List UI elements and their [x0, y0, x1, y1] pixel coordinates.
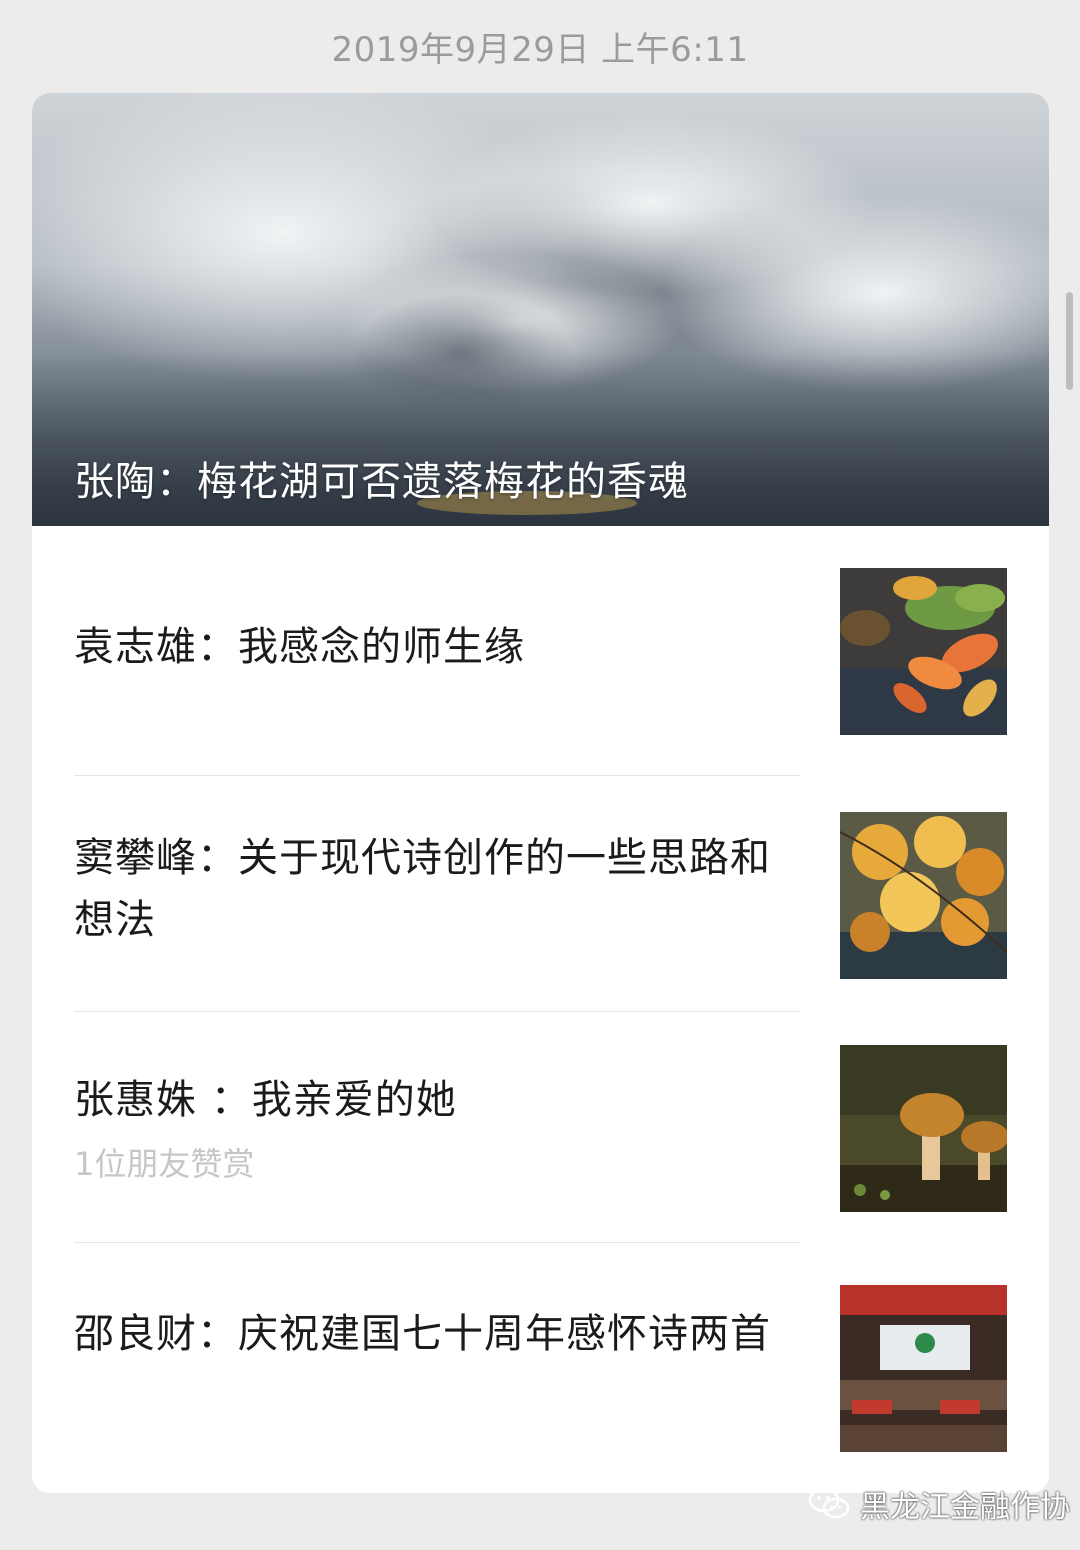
article-title[interactable]: 袁志雄：我感念的师生缘 [74, 616, 804, 678]
scrollbar[interactable] [1066, 292, 1073, 390]
article-card: 张陶：梅花湖可否遗落梅花的香魂 袁志雄：我感念的师生缘 窦攀峰：关于现代诗创作的… [32, 93, 1049, 1493]
article-item[interactable]: 窦攀峰：关于现代诗创作的一些思路和想法 [32, 776, 1049, 1012]
article-item[interactable]: 张惠姝 ：我亲爱的她 1位朋友赞赏 [32, 1012, 1049, 1243]
mushroom-thumbnail [840, 1045, 1007, 1212]
article-title[interactable]: 窦攀峰：关于现代诗创作的一些思路和想法 [74, 827, 804, 951]
hero-article[interactable]: 张陶：梅花湖可否遗落梅花的香魂 [32, 93, 1049, 526]
wechat-icon [808, 1487, 850, 1519]
watermark-text: 黑龙江金融作协 [860, 1490, 1070, 1525]
autumn-leaves-thumbnail [840, 568, 1007, 735]
maple-leaves-thumbnail [840, 812, 1007, 979]
meeting-hall-thumbnail [840, 1285, 1007, 1452]
article-item[interactable]: 袁志雄：我感念的师生缘 [32, 526, 1049, 776]
reward-count: 1位朋友赞赏 [74, 1145, 255, 1183]
timestamp: 2019年9月29日 上午6:11 [331, 30, 749, 70]
article-title[interactable]: 邵良财：庆祝建国七十周年感怀诗两首 [74, 1303, 804, 1365]
article-title[interactable]: 张惠姝 ：我亲爱的她 [74, 1069, 804, 1131]
article-item[interactable]: 邵良财：庆祝建国七十周年感怀诗两首 [32, 1243, 1049, 1493]
hero-title[interactable]: 张陶：梅花湖可否遗落梅花的香魂 [74, 449, 689, 507]
watermark: 黑龙江金融作协 [808, 1484, 1070, 1525]
